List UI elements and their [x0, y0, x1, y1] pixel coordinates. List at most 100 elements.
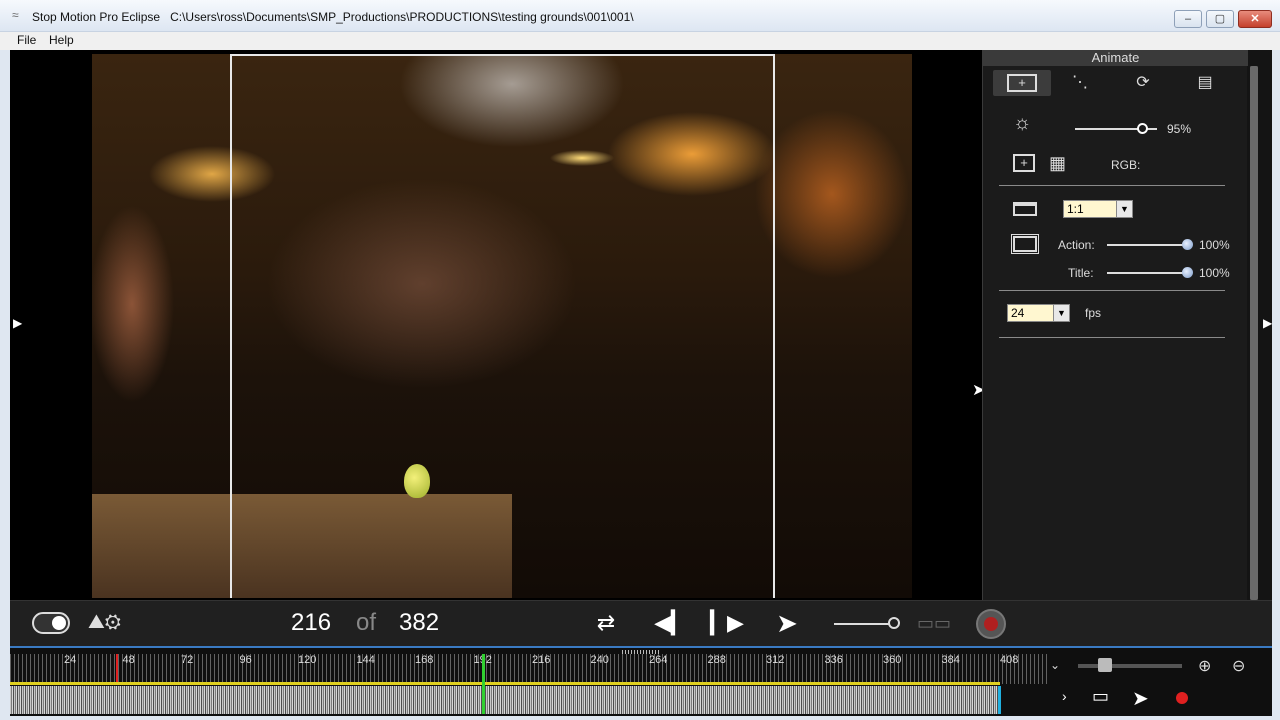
- panel-divider: [999, 290, 1225, 291]
- capture-button[interactable]: [976, 609, 1006, 639]
- in-marker[interactable]: [116, 654, 118, 682]
- current-frame-number: 216: [291, 609, 332, 636]
- panel-scrollbar[interactable]: [1250, 66, 1258, 600]
- brightness-slider-knob[interactable]: [1136, 123, 1148, 134]
- brightness-value: 95%: [1167, 122, 1192, 136]
- timeline[interactable]: 2448729612014416819221624026428831233636…: [10, 646, 1272, 716]
- add-frame-tool-button[interactable]: +: [993, 70, 1051, 96]
- capture-viewer[interactable]: ▶ ➤: [10, 50, 985, 600]
- action-label: Action:: [1058, 238, 1095, 252]
- timeline-tick-label: 288: [707, 654, 726, 666]
- wand-icon: ⋱: [1072, 74, 1088, 91]
- timeline-tick-label: 72: [181, 654, 194, 666]
- aspect-ratio-dropdown[interactable]: 1:1 ▼: [1063, 200, 1133, 218]
- title-slider-knob[interactable]: [1182, 267, 1193, 278]
- add-overlay-icon[interactable]: +: [1013, 154, 1035, 172]
- step-back-icon: ◀▎: [654, 610, 688, 635]
- audio-level-line: [10, 682, 1000, 685]
- menu-help[interactable]: Help: [49, 33, 74, 47]
- timeline-tick-label: 48: [122, 654, 135, 666]
- notes-tool-button[interactable]: ▤: [1190, 70, 1220, 96]
- title-value: 100%: [1199, 266, 1230, 280]
- brightness-sun-icon[interactable]: ☼: [1013, 113, 1031, 133]
- app-window: ≈ Stop Motion Pro Eclipse C:\Users\ross\…: [0, 0, 1280, 720]
- chevron-down-icon[interactable]: ⌄: [1050, 658, 1060, 672]
- aspect-overlay-frame: [230, 54, 775, 598]
- timeline-tick-label: 24: [64, 654, 77, 666]
- transport-bar: ⛰⚙ 216 of 382 ⇄ ◀▎ ▎▶ ➤ ▭▭: [10, 600, 1272, 646]
- chevron-right-icon[interactable]: ›: [1062, 688, 1067, 704]
- zoom-in-icon[interactable]: ⊕: [1198, 656, 1211, 676]
- window-title: Stop Motion Pro Eclipse C:\Users\ross\Do…: [32, 10, 634, 24]
- timeline-playhead[interactable]: [481, 654, 485, 714]
- playback-speed-knob[interactable]: [888, 617, 900, 629]
- chevron-down-icon: ▼: [1053, 305, 1069, 321]
- app-film-icon: ≈: [12, 8, 19, 22]
- filmstrip-icon[interactable]: ▭▭: [917, 613, 953, 633]
- out-marker[interactable]: [998, 686, 1001, 714]
- folder-icon[interactable]: ▭: [1092, 686, 1109, 707]
- action-slider-knob[interactable]: [1182, 239, 1193, 250]
- panel-scroll-thumb[interactable]: [1250, 66, 1258, 600]
- action-slider-track[interactable]: [1107, 244, 1187, 246]
- title-label: Title:: [1068, 266, 1094, 280]
- action-value: 100%: [1199, 238, 1230, 252]
- aspect-ratio-value: 1:1: [1067, 202, 1084, 216]
- swap-arrows-icon: ⇄: [596, 610, 616, 635]
- previous-frame-button[interactable]: ◀▎: [654, 609, 688, 637]
- playback-speed-track[interactable]: [834, 623, 892, 625]
- timeline-tick-label: 384: [941, 654, 960, 666]
- camera-settings-icon[interactable]: ⛰⚙: [88, 609, 138, 635]
- zoom-out-icon[interactable]: ⊖: [1232, 656, 1245, 676]
- timeline-zoom-slider[interactable]: [1078, 664, 1182, 668]
- timeline-tick-label: 264: [649, 654, 668, 666]
- title-slider-track[interactable]: [1107, 272, 1187, 274]
- fps-value: 24: [1011, 306, 1025, 320]
- animate-panel: Animate + ⋱ ⟳ ▤ ☼ 95% + ▦ RGB: 1:1 ▼ Act…: [982, 50, 1248, 600]
- toggle-knob: [52, 616, 66, 630]
- safe-area-icon[interactable]: [1011, 234, 1039, 254]
- timeline-zoom-knob[interactable]: [1098, 658, 1112, 672]
- minimize-button[interactable]: –: [1174, 10, 1202, 28]
- menu-file[interactable]: File: [17, 33, 36, 47]
- maximize-button[interactable]: ▢: [1206, 10, 1234, 28]
- play-button[interactable]: ➤: [770, 609, 804, 637]
- chevron-down-icon: ▼: [1116, 201, 1132, 217]
- draw-tool-button[interactable]: ⋱: [1065, 70, 1095, 96]
- expand-right-arrow-icon[interactable]: ▶: [1263, 316, 1272, 330]
- loop-tool-button[interactable]: ⟳: [1128, 70, 1158, 96]
- panel-divider: [999, 185, 1225, 186]
- refresh-icon: ⟳: [1136, 74, 1150, 91]
- audio-waveform[interactable]: [10, 686, 1000, 714]
- rgb-label: RGB:: [1111, 158, 1141, 172]
- timeline-tick-label: 96: [239, 654, 252, 666]
- total-frames-number: 382: [399, 609, 440, 636]
- app-client-area: ▶ ➤ Animate + ⋱ ⟳ ▤ ☼ 95% + ▦ RGB: 1:1 ▼…: [10, 50, 1272, 716]
- record-dot-icon: [984, 617, 998, 631]
- fps-dropdown[interactable]: 24 ▼: [1007, 304, 1070, 322]
- timeline-tick-label: 336: [824, 654, 843, 666]
- timeline-tick-label: 216: [532, 654, 551, 666]
- toggle-live-button[interactable]: ⇄: [590, 609, 622, 637]
- panel-divider: [999, 337, 1225, 338]
- aspect-wide-icon[interactable]: [1013, 202, 1037, 216]
- timeline-record-icon[interactable]: [1176, 692, 1188, 704]
- play-icon: ➤: [776, 608, 798, 638]
- next-frame-button[interactable]: ▎▶: [710, 609, 744, 637]
- title-bar[interactable]: ≈ Stop Motion Pro Eclipse C:\Users\ross\…: [0, 0, 1280, 32]
- timeline-tick-label: 360: [883, 654, 902, 666]
- clipboard-icon: ▤: [1197, 74, 1213, 91]
- timeline-play-icon[interactable]: ➤: [1132, 686, 1149, 711]
- panel-header: Animate: [983, 50, 1248, 66]
- expand-left-arrow-icon[interactable]: ▶: [13, 316, 22, 330]
- onion-skin-toggle[interactable]: [32, 612, 70, 634]
- timeline-tick-label: 120: [298, 654, 317, 666]
- menu-bar: File Help: [0, 32, 1280, 50]
- frame-of-label: of: [356, 609, 377, 636]
- close-button[interactable]: ✕: [1238, 10, 1272, 28]
- add-frame-icon: +: [1007, 73, 1037, 92]
- fps-label: fps: [1085, 306, 1102, 320]
- timeline-tick-label: 240: [590, 654, 609, 666]
- grid-icon[interactable]: ▦: [1049, 154, 1066, 172]
- timeline-tick-label: 312: [766, 654, 785, 666]
